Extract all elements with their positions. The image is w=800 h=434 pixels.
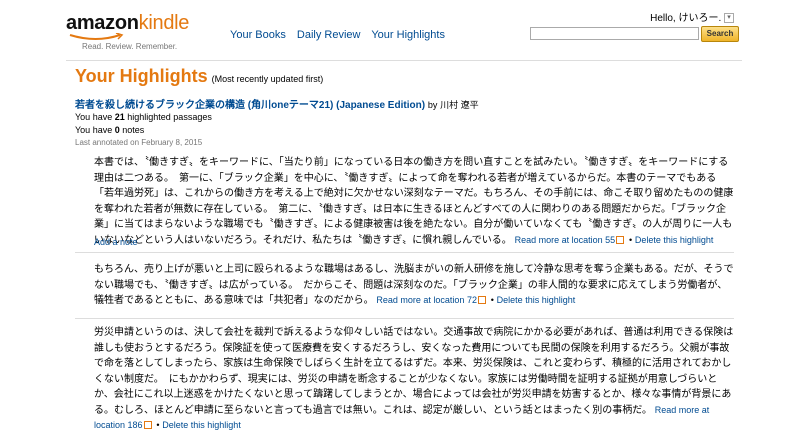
delete-highlight-link[interactable]: Delete this highlight <box>635 235 714 245</box>
highlight-item: もちろん、売り上げが悪いと上司に殴られるような職場はあるし、洗脳まがいの新人研修… <box>94 262 734 309</box>
highlight-count-prefix: You have <box>75 112 113 122</box>
add-note-link[interactable]: Add a note <box>94 237 138 247</box>
chevron-down-icon[interactable]: ▾ <box>724 13 734 24</box>
page-title: Your Highlights (Most recently updated fi… <box>75 66 323 87</box>
search-button[interactable]: Search <box>701 26 739 42</box>
header-divider <box>66 60 742 61</box>
highlight-divider <box>75 252 734 253</box>
separator-dot: • <box>628 234 633 245</box>
highlight-count-number: 21 <box>114 112 125 122</box>
logo-kindle-text: kindle <box>138 12 190 34</box>
highlight-text: 本書では、〝働きすぎ〟をキーワードに、「当たり前」になっている日本の働き方を問い… <box>94 157 734 246</box>
page-subtitle: (Most recently updated first) <box>211 74 324 84</box>
top-nav: Your Books Daily Review Your Highlights <box>230 29 453 41</box>
highlight-text: 労災申請というのは、決して会社を裁判で訴えるような仰々しい話ではない。交通事故で… <box>94 327 734 416</box>
highlight-item: 本書では、〝働きすぎ〟をキーワードに、「当たり前」になっている日本の働き方を問い… <box>94 155 734 248</box>
separator-dot: • <box>490 295 494 305</box>
note-count-prefix: You have <box>75 125 113 135</box>
highlight-count: You have 21 highlighted passages <box>75 112 212 122</box>
smile-arrow-icon <box>69 33 124 40</box>
note-count-number: 0 <box>114 125 120 135</box>
book-title-link[interactable]: 若者を殺し続けるブラック企業の構造 (角川oneテーマ21) (Japanese… <box>75 100 425 111</box>
page-title-text: Your Highlights <box>75 66 208 86</box>
account-greeting[interactable]: Hello, けいろー. ▾ <box>650 9 734 24</box>
read-more-link[interactable]: Read more at location 72 <box>376 295 477 305</box>
highlight-divider <box>75 318 734 319</box>
search-input[interactable] <box>530 27 699 40</box>
book-author: 川村 遼平 <box>440 100 479 110</box>
delete-highlight-link[interactable]: Delete this highlight <box>497 295 576 305</box>
note-count: You have 0 notes <box>75 125 144 135</box>
external-link-icon[interactable] <box>616 235 625 244</box>
amazon-kindle-logo[interactable]: amazonkindle Read. Review. Remember. <box>66 12 189 51</box>
read-more-link[interactable]: Read more at location 55 <box>515 235 616 245</box>
nav-your-books[interactable]: Your Books <box>230 29 286 41</box>
note-count-suffix: notes <box>122 125 145 135</box>
logo-tagline: Read. Review. Remember. <box>82 42 178 51</box>
book-heading: 若者を殺し続けるブラック企業の構造 (角川oneテーマ21) (Japanese… <box>75 96 479 111</box>
highlight-count-suffix: highlighted passages <box>127 112 212 122</box>
nav-daily-review[interactable]: Daily Review <box>297 29 361 41</box>
last-annotated: Last annotated on February 8, 2015 <box>75 138 203 147</box>
logo-amazon-text: amazon <box>66 12 139 34</box>
highlight-item: 労災申請というのは、決して会社を裁判で訴えるような仰々しい話ではない。交通事故で… <box>94 325 734 434</box>
nav-your-highlights[interactable]: Your Highlights <box>371 29 445 41</box>
external-link-icon[interactable] <box>143 421 152 430</box>
book-by-label: by <box>427 100 438 110</box>
greeting-text: Hello, けいろー. <box>650 13 722 24</box>
external-link-icon[interactable] <box>477 296 486 305</box>
